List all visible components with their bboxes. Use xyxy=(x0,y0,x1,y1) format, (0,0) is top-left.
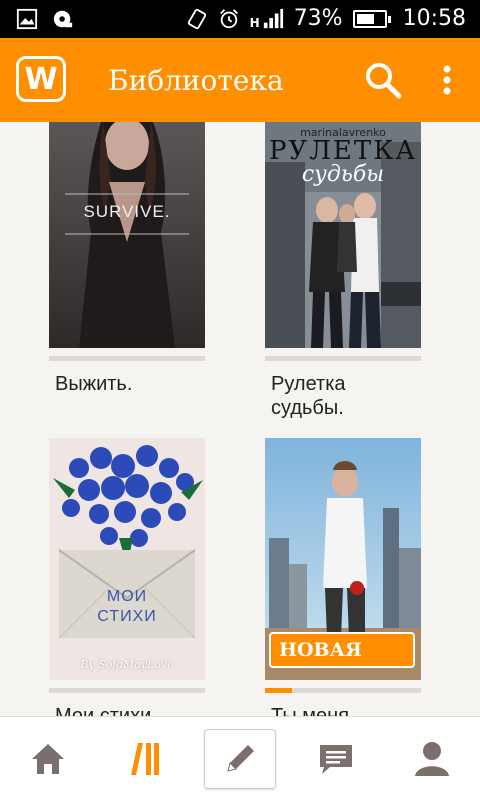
network-type: H xyxy=(249,15,260,30)
cover-title-line1: мои xyxy=(106,588,148,605)
status-bar: H 73% 10:58 xyxy=(0,0,480,38)
reading-progress xyxy=(265,356,421,361)
nav-messages[interactable] xyxy=(308,731,364,787)
bottom-nav xyxy=(0,716,480,801)
new-badge: НОВАЯ xyxy=(269,632,415,668)
more-vert-icon[interactable] xyxy=(432,60,462,100)
rotate-icon xyxy=(187,8,206,29)
nav-write[interactable] xyxy=(204,729,276,789)
cover-author: By SofaMayLove xyxy=(80,658,174,671)
book-cover[interactable]: мои стихи By SofaMayLove xyxy=(49,438,205,680)
library-icon xyxy=(131,743,159,775)
book-cover[interactable]: НОВАЯ xyxy=(265,438,421,680)
new-badge-label: НОВАЯ xyxy=(279,639,362,661)
page-title: Библиотека xyxy=(108,64,284,97)
book-title[interactable]: Выжить. xyxy=(55,372,205,396)
wattpad-logo[interactable]: W xyxy=(16,56,66,102)
nav-profile[interactable] xyxy=(404,731,460,787)
book-cover[interactable]: SURVIVE. xyxy=(49,122,205,348)
podcast-icon xyxy=(53,10,73,28)
reading-progress xyxy=(49,356,205,361)
reading-progress xyxy=(265,688,421,693)
battery-icon xyxy=(352,9,391,28)
image-icon xyxy=(16,8,38,30)
book-title[interactable]: Мои стихи xyxy=(55,704,205,716)
book-title[interactable]: Ты меня xyxy=(271,704,421,716)
nav-library[interactable] xyxy=(116,731,172,787)
write-icon xyxy=(227,745,254,772)
book-cover[interactable]: marinalavrenko Рулетка судьбы xyxy=(265,122,421,348)
messages-icon xyxy=(320,745,352,774)
profile-icon xyxy=(415,742,449,776)
signal-icon xyxy=(263,8,283,28)
cover-title-line2: стихи xyxy=(97,608,157,625)
clock: 10:58 xyxy=(402,6,466,31)
search-icon[interactable] xyxy=(363,60,403,100)
book-title[interactable]: Рулетка судьбы. xyxy=(271,372,421,420)
battery-percent: 73% xyxy=(293,6,343,31)
alarm-icon xyxy=(219,8,238,28)
library-grid: SURVIVE. Выжить. marinalavrenko РУЛЕТКА … xyxy=(0,122,480,716)
nav-home[interactable] xyxy=(20,731,76,787)
app-bar: W Библиотека xyxy=(0,38,480,122)
cover-text: SURVIVE. xyxy=(83,202,171,221)
cover-subtitle: судьбы xyxy=(301,162,385,187)
home-icon xyxy=(32,744,64,774)
reading-progress xyxy=(49,688,205,693)
